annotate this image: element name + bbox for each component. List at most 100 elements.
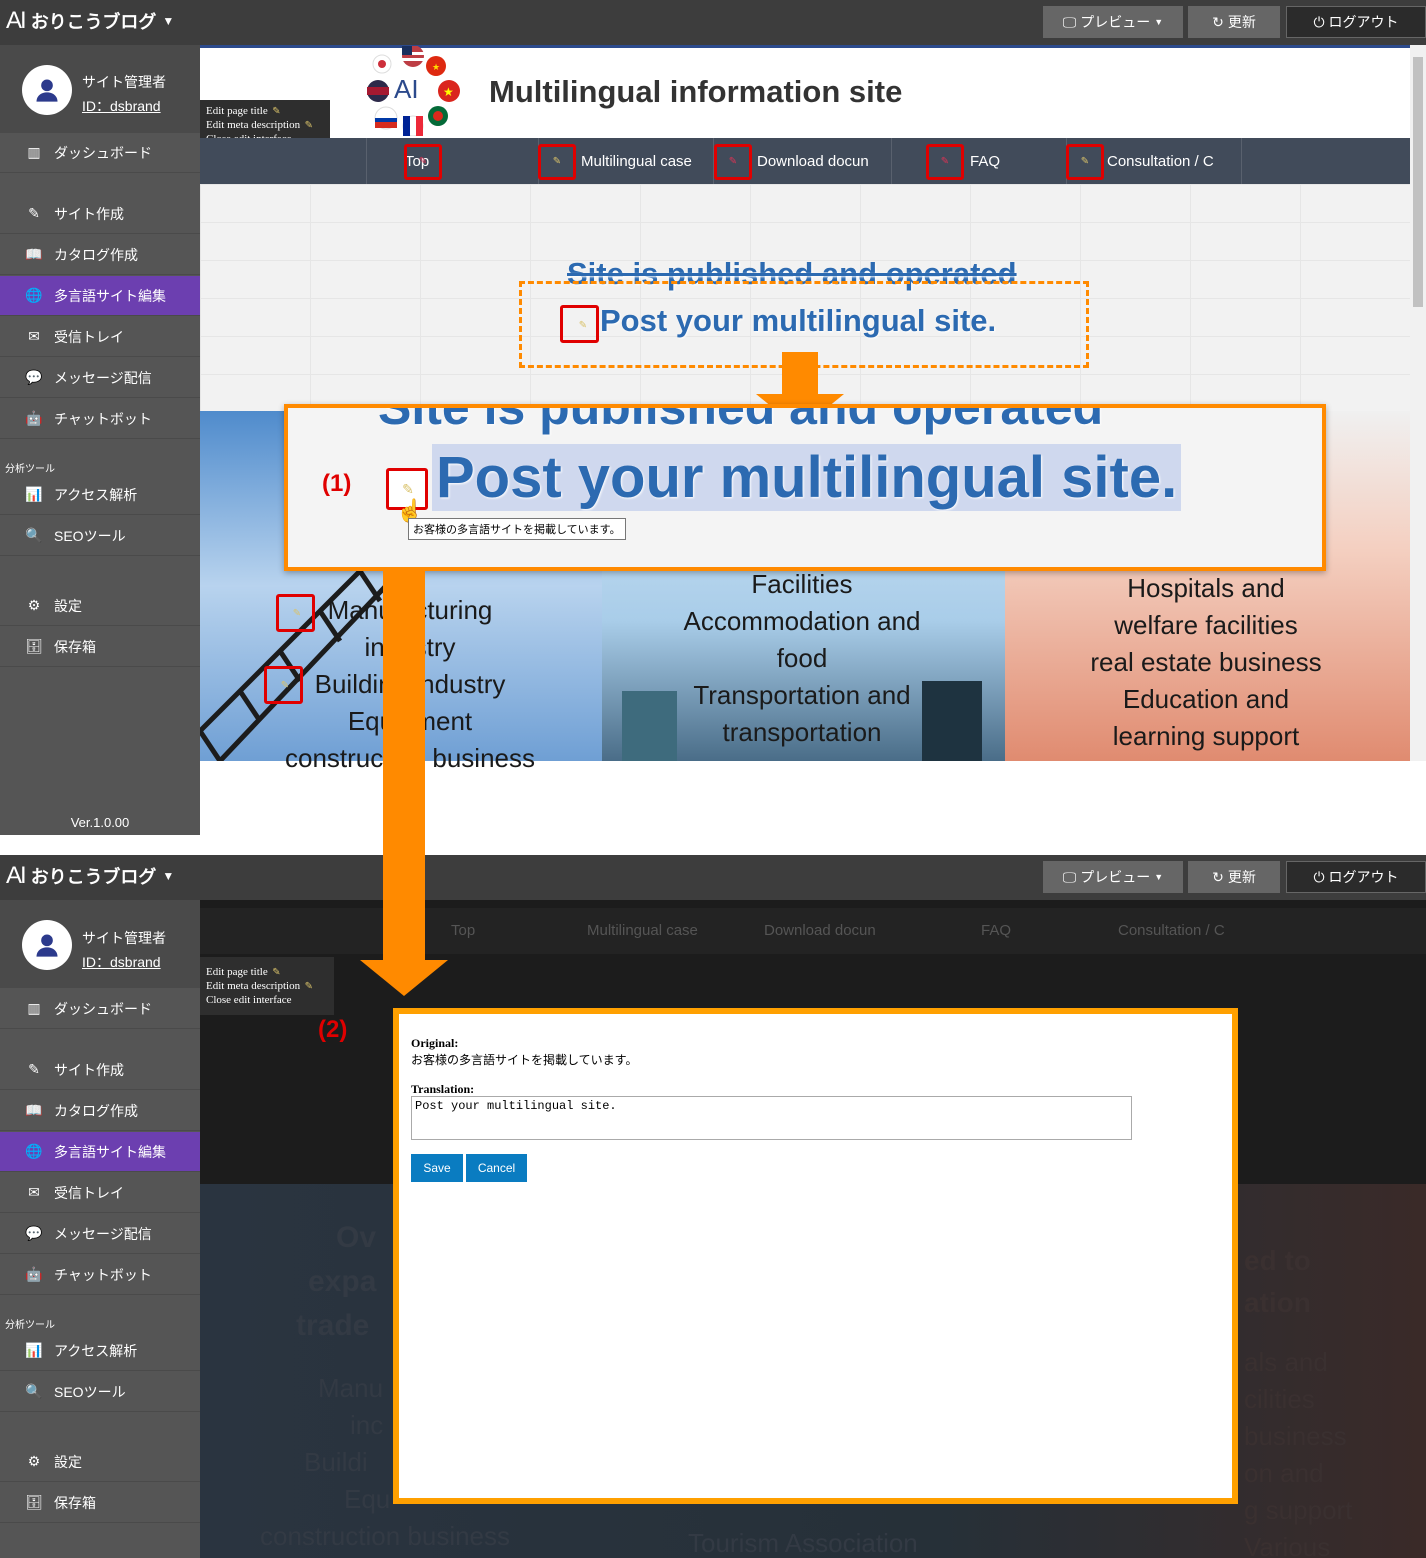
sidebar-item-multilingual[interactable]: 🌐 多言語サイト編集 — [0, 276, 200, 316]
close-edit-interface-link[interactable]: Close edit interface — [206, 993, 328, 1007]
power-icon: ⏻ — [1313, 13, 1325, 30]
sidebar-item-site-create[interactable]: ✎ サイト作成 — [0, 194, 200, 234]
sidebar-item-message[interactable]: 💬 メッセージ配信 — [0, 358, 200, 398]
top-header-bar: AI おりこうブログ ▼ 🖵 プレビュー ▼ ↻ 更新 ⏻ ログアウト — [0, 855, 1426, 900]
archive-icon: 🗄 — [25, 638, 43, 654]
version-label: Ver.1.0.00 — [70, 815, 130, 830]
svg-text:★: ★ — [432, 62, 440, 72]
refresh-button[interactable]: ↻ 更新 — [1188, 861, 1280, 893]
chat-icon: 💬 — [25, 1225, 43, 1241]
pencil-icon: ✎ — [280, 680, 290, 691]
site-nav-faq[interactable]: FAQ — [891, 138, 1066, 184]
refresh-button[interactable]: ↻ 更新 — [1188, 6, 1280, 38]
sidebar-item-inbox[interactable]: ✉ 受信トレイ — [0, 1173, 200, 1213]
user-id-link[interactable]: ID：dsbrand — [82, 952, 161, 972]
sidebar-item-archive[interactable]: 🗄 保存箱 — [0, 1483, 200, 1523]
user-name: サイト管理者 — [82, 74, 166, 90]
translation-textarea[interactable]: Post your multilingual site. — [411, 1096, 1132, 1140]
user-card: サイト管理者 ID：dsbrand — [0, 900, 200, 988]
sidebar-item-access[interactable]: 📊 アクセス解析 — [0, 475, 200, 515]
sidebar-item-seo[interactable]: 🔍 SEOツール — [0, 1372, 200, 1412]
caret-down-icon: ▼ — [1154, 872, 1164, 882]
sidebar-item-dashboard[interactable]: ▥ ダッシュボード — [0, 133, 200, 173]
panel2-text: Facilities Accommodation and food Transp… — [683, 569, 921, 747]
edit-page-title-link[interactable]: Edit page title ✎ — [206, 965, 328, 979]
sidebar-item-site-create[interactable]: ✎ サイト作成 — [0, 1050, 200, 1090]
flags-logo-icon: ★ ★ AI — [367, 45, 460, 137]
monitor-icon: 🖵 — [1062, 868, 1077, 885]
app-logo[interactable]: AI おりこうブログ ▼ — [6, 862, 174, 890]
logout-button[interactable]: ⏻ ログアウト — [1286, 6, 1426, 38]
logo-text: おりこうブログ — [30, 867, 157, 887]
pencil-icon: ✎ — [728, 156, 738, 167]
step-1-label: (1) — [322, 470, 352, 497]
dim-right-text: ed to ation — [1244, 1245, 1311, 1318]
scrollbar-thumb[interactable] — [1413, 57, 1423, 307]
sidebar-item-settings[interactable]: ⚙ 設定 — [0, 586, 200, 626]
caret-down-icon: ▼ — [162, 869, 175, 883]
chart-icon: 📊 — [25, 486, 43, 502]
monitor-icon: 🖵 — [1062, 13, 1077, 30]
robot-icon: 🤖 — [25, 1266, 43, 1282]
search-icon: 🔍 — [25, 1383, 43, 1399]
archive-icon: 🗄 — [25, 1494, 43, 1510]
sidebar-item-catalog[interactable]: 📖 カタログ作成 — [0, 235, 200, 275]
section-label-analysis: 分析ツール — [5, 464, 55, 475]
user-name: サイト管理者 — [82, 930, 166, 946]
preview-button[interactable]: 🖵 プレビュー ▼ — [1043, 861, 1183, 893]
nav-edit-highlight[interactable]: ✎ — [404, 144, 442, 180]
chat-icon: 💬 — [25, 369, 43, 385]
connector-arrow — [383, 567, 425, 963]
site-nav-top[interactable]: Top — [366, 138, 538, 184]
edit-page-title-link[interactable]: Edit page title ✎ — [206, 104, 324, 118]
app-logo[interactable]: AI おりこうブログ ▼ — [6, 7, 174, 35]
sidebar-item-dashboard[interactable]: ▥ ダッシュボード — [0, 989, 200, 1029]
panel1-edit-highlight[interactable]: ✎ — [276, 594, 315, 632]
step-2-label: (2) — [318, 1016, 348, 1043]
save-button[interactable]: Save — [411, 1154, 463, 1182]
mail-icon: ✉ — [28, 328, 40, 344]
globe-icon: 🌐 — [25, 1143, 43, 1159]
sidebar-item-catalog[interactable]: 📖 カタログ作成 — [0, 1091, 200, 1131]
nav-edit-highlight[interactable]: ✎ — [926, 144, 964, 180]
dashboard-icon: ▥ — [27, 144, 41, 160]
cancel-button[interactable]: Cancel — [466, 1154, 527, 1182]
sidebar-item-settings[interactable]: ⚙ 設定 — [0, 1442, 200, 1482]
pencil-icon: ✎ — [292, 608, 302, 619]
edit-meta-description-link[interactable]: Edit meta description ✎ — [206, 118, 324, 132]
edit-menu-panel: Edit page title ✎ Edit meta description … — [200, 957, 334, 1015]
sidebar-item-inbox[interactable]: ✉ 受信トレイ — [0, 317, 200, 357]
zoom-callout: Site is published and operated Post your… — [284, 404, 1326, 571]
pencil-icon: ✎ — [28, 1061, 40, 1077]
book-icon: 📖 — [25, 246, 43, 262]
user-id-link[interactable]: ID：dsbrand — [82, 96, 161, 116]
sidebar-item-archive[interactable]: 🗄 保存箱 — [0, 627, 200, 667]
sidebar-item-chatbot[interactable]: 🤖 チャットボット — [0, 1255, 200, 1295]
robot-icon: 🤖 — [25, 410, 43, 426]
user-icon — [36, 934, 58, 957]
logout-button[interactable]: ⏻ ログアウト — [1286, 861, 1426, 893]
panel1-edit-highlight[interactable]: ✎ — [264, 666, 303, 704]
sidebar-item-chatbot[interactable]: 🤖 チャットボット — [0, 399, 200, 439]
dim-left-text: Ov expa trade — [296, 1221, 377, 1342]
connector-arrow-head — [360, 960, 448, 996]
sidebar-item-seo[interactable]: 🔍 SEOツール — [0, 516, 200, 556]
sidebar-item-access[interactable]: 📊 アクセス解析 — [0, 1331, 200, 1371]
site-logo: ★ ★ AI — [366, 45, 484, 137]
sidebar-item-message[interactable]: 💬 メッセージ配信 — [0, 1214, 200, 1254]
tooltip: お客様の多言語サイトを掲載しています。 — [408, 518, 626, 540]
sidebar-item-multilingual[interactable]: 🌐 多言語サイト編集 — [0, 1132, 200, 1172]
preview-button[interactable]: 🖵 プレビュー ▼ — [1043, 6, 1183, 38]
globe-icon: 🌐 — [25, 287, 43, 303]
pencil-icon: ✎ — [272, 106, 281, 117]
edit-meta-description-link[interactable]: Edit meta description ✎ — [206, 979, 328, 993]
nav-edit-highlight[interactable]: ✎ — [1066, 144, 1104, 180]
pencil-icon: ✎ — [304, 981, 314, 992]
search-icon: 🔍 — [25, 527, 43, 543]
section-label-analysis: 分析ツール — [5, 1320, 55, 1331]
nav-edit-highlight[interactable]: ✎ — [714, 144, 752, 180]
hero-edit-pencil-button[interactable]: ✎ — [560, 305, 599, 343]
scrollbar[interactable] — [1410, 45, 1426, 761]
nav-edit-highlight[interactable]: ✎ — [538, 144, 576, 180]
down-arrow — [782, 352, 818, 394]
